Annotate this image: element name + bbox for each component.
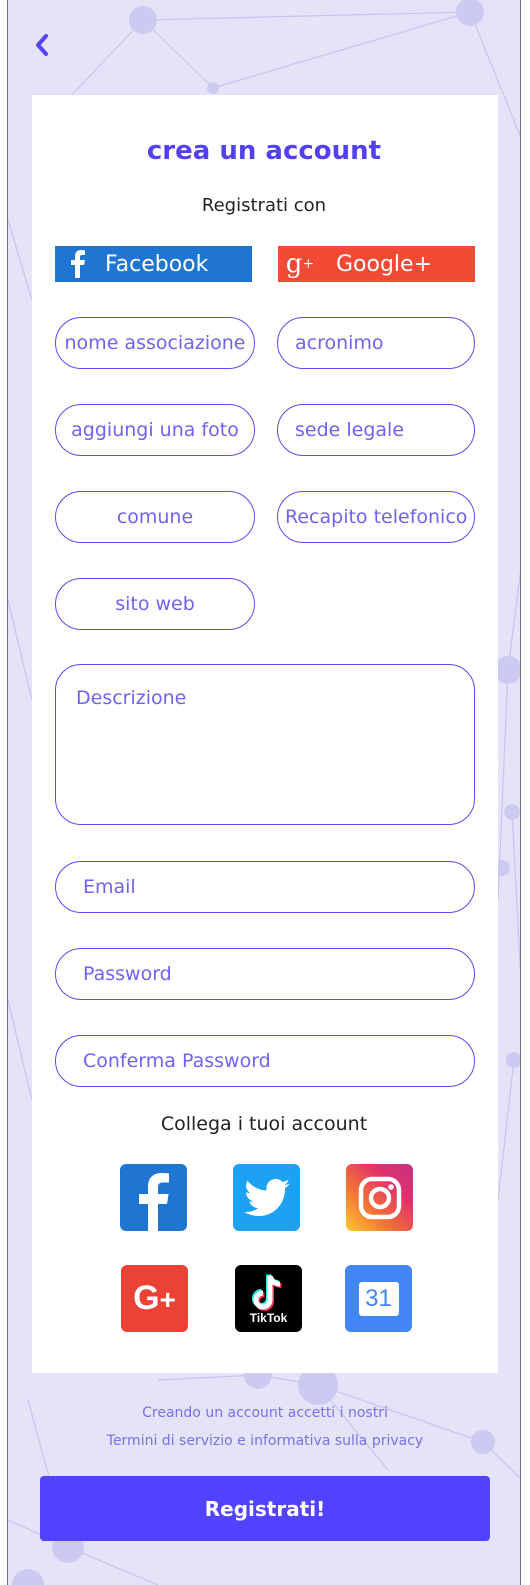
add-photo-input[interactable]: aggiungi una foto [55,404,255,456]
email-field[interactable]: Email [55,861,475,913]
register-button[interactable]: Registrati! [40,1476,490,1541]
calendar-link-button[interactable]: 31 [345,1265,412,1332]
terms-privacy-link[interactable]: Termini di servizio e informativa sulla … [107,1433,423,1449]
descrizione-textarea[interactable]: Descrizione [55,664,475,825]
terms-link[interactable]: Termini di servizio e informativa sulla … [8,1433,520,1449]
facebook-button-label: Facebook [105,251,209,277]
google-plus-icon: g + [285,249,315,279]
chevron-left-icon [36,34,48,56]
instagram-icon [358,1176,401,1219]
instagram-link-button[interactable] [346,1164,413,1231]
facebook-signup-button[interactable]: Facebook [55,246,252,282]
tiktok-icon [251,1273,282,1311]
google-plus-link-button[interactable]: G+ [121,1265,188,1332]
page-title: crea un account [146,136,382,166]
google-plus-signup-button[interactable]: g + Google+ [278,246,475,282]
google-button-label: Google+ [336,251,433,277]
twitter-icon [243,1178,290,1216]
google-plus-icon: G+ [133,1279,176,1317]
comune-input[interactable]: comune [55,491,255,543]
confirm-password-field[interactable]: Conferma Password [55,1035,475,1087]
facebook-icon [71,250,85,278]
tiktok-wordmark: TikTok [249,1310,288,1325]
password-field[interactable]: Password [55,948,475,1000]
sito-web-input[interactable]: sito web [55,578,255,630]
facebook-icon [139,1173,169,1231]
terms-text: Creando un account accetti i nostri [142,1405,388,1421]
calendar-day: 31 [365,1284,392,1312]
calendar-icon: 31 [358,1281,399,1316]
acronimo-input[interactable]: acronimo [277,317,475,369]
back-button[interactable] [30,30,54,60]
twitter-link-button[interactable] [233,1164,300,1231]
tiktok-link-button[interactable]: TikTok [235,1265,302,1332]
sede-legale-input[interactable]: sede legale [277,404,475,456]
app-screen: crea un account Registrati con Facebook … [7,0,521,1585]
recapito-telefonico-input[interactable]: Recapito telefonico [277,491,475,543]
register-with-label: Registrati con [201,195,327,216]
nome-associazione-input[interactable]: nome associazione [55,317,255,369]
facebook-link-button[interactable] [120,1164,187,1231]
link-accounts-label: Collega i tuoi account [160,1113,368,1135]
